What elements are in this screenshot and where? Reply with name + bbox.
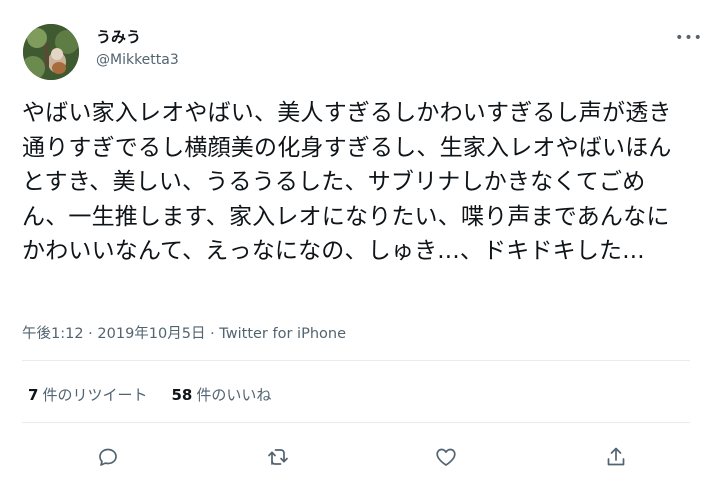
share-button[interactable] xyxy=(600,441,632,473)
tweet-card: うみう @Mikketta3 ••• やばい家入レオやばい、美人すぎるしかわいす… xyxy=(0,0,712,494)
display-name[interactable]: うみう xyxy=(96,26,141,47)
tweet-stats: 7 件のリツイート 58 件のいいね xyxy=(28,384,271,405)
tweet-source[interactable]: Twitter for iPhone xyxy=(219,326,346,342)
retweet-count: 7 xyxy=(28,386,39,404)
like-stat[interactable]: 58 件のいいね xyxy=(171,384,271,405)
tweet-metadata: 午後1:12 · 2019年10月5日 · Twitter for iPhone xyxy=(22,322,346,343)
avatar-image xyxy=(23,24,79,80)
meta-separator: · xyxy=(205,326,220,342)
tweet-time[interactable]: 午後1:12 xyxy=(22,326,84,342)
avatar[interactable] xyxy=(23,24,79,80)
retweet-label: 件のリツイート xyxy=(42,386,148,404)
retweet-stat[interactable]: 7 件のリツイート xyxy=(28,384,147,405)
tweet-actions xyxy=(0,441,712,473)
tweet-text: やばい家入レオやばい、美人すぎるしかわいすぎるし声が透き通りすぎでるし横顔美の化… xyxy=(22,100,672,264)
reply-icon xyxy=(99,448,117,466)
like-label: 件のいいね xyxy=(196,386,272,404)
share-icon xyxy=(607,447,625,466)
more-options-icon[interactable]: ••• xyxy=(675,28,702,48)
retweet-button[interactable] xyxy=(262,441,294,473)
like-count: 58 xyxy=(171,386,193,404)
user-handle[interactable]: @Mikketta3 xyxy=(96,52,179,68)
like-button[interactable] xyxy=(430,441,462,473)
meta-separator: · xyxy=(83,326,98,342)
retweet-icon xyxy=(268,449,288,465)
divider xyxy=(22,360,690,361)
reply-button[interactable] xyxy=(92,441,124,473)
tweet-date[interactable]: 2019年10月5日 xyxy=(97,326,205,342)
divider xyxy=(22,422,690,423)
heart-icon xyxy=(436,448,456,466)
